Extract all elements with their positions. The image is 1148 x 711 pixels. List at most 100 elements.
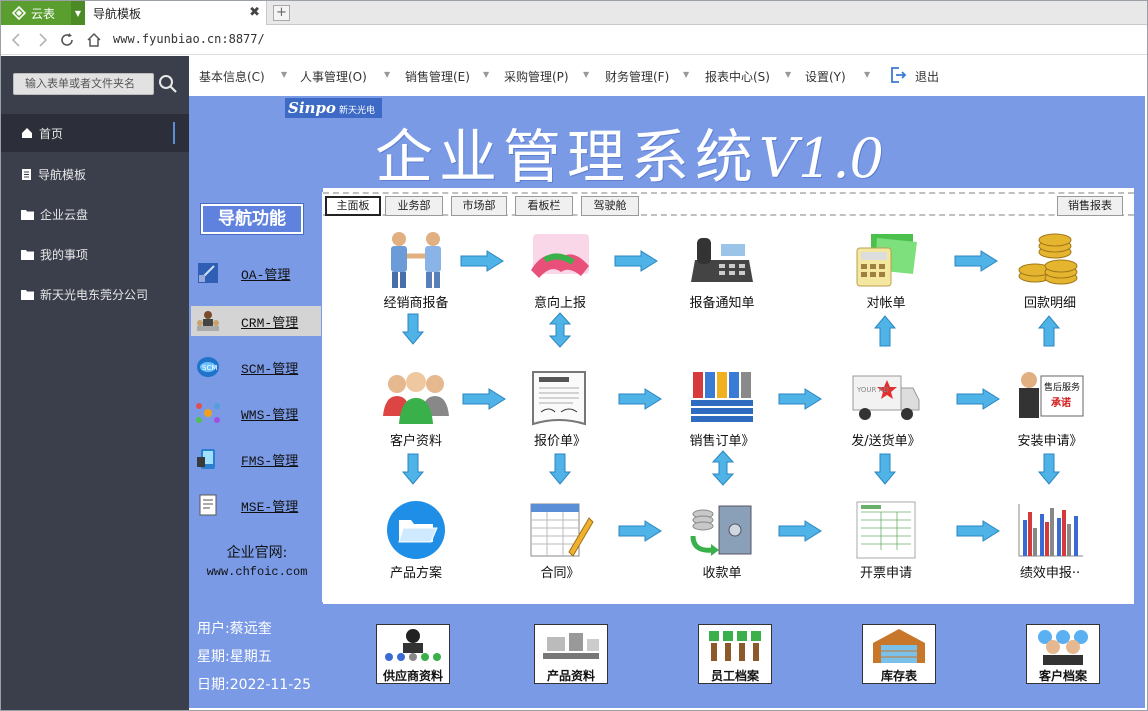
company-logo: Sinpo 新天光电 — [285, 98, 382, 118]
sidebar-item-label: 导航模板 — [38, 167, 87, 182]
menu-hr[interactable]: 人事管理(O) — [300, 68, 367, 85]
flow-node-delivery-order[interactable]: YOUR AD 发/送货单》 — [831, 368, 941, 449]
title-text: 企业管理系统 — [375, 123, 760, 191]
flow-node-label: 安装申请》 — [1017, 434, 1083, 449]
tile-product-info[interactable]: 产品资料 — [534, 624, 608, 684]
flow-node-payment-detail[interactable]: 回款明细 — [995, 230, 1105, 311]
document-icon — [22, 168, 31, 180]
tile-inventory[interactable]: 库存表 — [862, 624, 936, 684]
flow-node-label: 对帐单 — [866, 296, 906, 311]
nav-item-mse[interactable]: MSE-管理 — [191, 490, 321, 520]
nav-item-label[interactable]: OA-管理 — [241, 264, 290, 283]
menu-basic-info[interactable]: 基本信息(C) — [199, 68, 265, 85]
tile-customer-archive[interactable]: 客户档案 — [1026, 624, 1100, 684]
menu-settings[interactable]: 设置(Y) — [805, 68, 846, 85]
sidebar-item-branch-company[interactable]: 新天光电东莞分公司 — [1, 275, 189, 313]
flow-node-quotation[interactable]: 报价单》 — [505, 368, 615, 449]
nav-item-label[interactable]: CRM-管理 — [241, 312, 298, 331]
back-icon[interactable] — [7, 30, 25, 50]
flow-node-install-request[interactable]: 售后服务 承诺 安装申请》 — [995, 368, 1105, 449]
flow-node-customer-info[interactable]: 客户资料 — [361, 368, 471, 449]
brand-menu[interactable]: 云表 ▼ — [1, 1, 85, 25]
arrow-right-icon — [954, 250, 998, 272]
tab-cockpit[interactable]: 驾驶舱 — [581, 196, 639, 216]
flow-node-performance[interactable]: 绩效申报·· — [995, 500, 1105, 581]
menu-sales[interactable]: 销售管理(E) — [405, 68, 470, 85]
sidebar-item-nav-template[interactable]: 导航模板 — [1, 155, 189, 193]
nav-item-label[interactable]: MSE-管理 — [241, 496, 298, 515]
flow-node-dealer-report[interactable]: 经销商报备 — [361, 230, 471, 311]
menu-bar: 基本信息(C) ▼ 人事管理(O) ▼ 销售管理(E) ▼ 采购管理(P) ▼ … — [189, 56, 1147, 96]
close-tab-icon[interactable]: ✖ — [249, 5, 260, 20]
home-icon[interactable] — [85, 30, 103, 50]
folder-icon — [21, 209, 34, 220]
spreadsheet-pencil-icon — [530, 503, 594, 557]
nav-item-label[interactable]: WMS-管理 — [241, 404, 298, 423]
address-bar: www.fyunbiao.cn:8877/ — [1, 25, 1147, 55]
tab-market[interactable]: 市场部 — [451, 196, 507, 216]
tile-supplier-info[interactable]: 供应商资料 — [376, 624, 450, 684]
nav-item-label[interactable]: FMS-管理 — [241, 450, 298, 469]
nav-item-label[interactable]: SCM-管理 — [241, 358, 298, 377]
logout-icon[interactable] — [889, 66, 907, 87]
tile-employee-archive[interactable]: 员工档案 — [698, 624, 772, 684]
nav-item-scm[interactable]: SCM SCM-管理 — [191, 352, 321, 382]
sidebar-item-my-tasks[interactable]: 我的事项 — [1, 235, 189, 273]
brand-dropdown-icon[interactable]: ▼ — [71, 1, 85, 25]
archive-bar: 供应商资料 产品资料 员工档案 库存表 客户档案 — [326, 608, 1142, 704]
tile-label: 供应商资料 — [382, 669, 443, 683]
sidebar-item-label: 首页 — [39, 126, 64, 141]
flow-node-intent-report[interactable]: 意向上报 — [505, 230, 615, 311]
safe-coins-icon — [690, 505, 752, 556]
flow-node-product-plan[interactable]: 产品方案 — [361, 500, 471, 581]
arrow-right-icon — [462, 388, 506, 410]
flow-node-invoice-request[interactable]: 开票申请 — [831, 500, 941, 581]
sidebar-search-input[interactable]: 输入表单或者文件夹名 — [13, 73, 154, 95]
blue-folder-icon — [387, 501, 445, 559]
menu-reports[interactable]: 报表中心(S) — [705, 68, 770, 85]
tile-label: 库存表 — [880, 669, 917, 683]
logout-button[interactable]: 退出 — [915, 68, 939, 85]
flow-node-label: 报价单》 — [533, 434, 586, 449]
sidebar-item-cloud-disk[interactable]: 企业云盘 — [1, 195, 189, 233]
delivery-truck-icon: YOUR AD — [852, 375, 920, 420]
arrow-right-icon — [778, 520, 822, 542]
website-url[interactable]: www.chfoic.com — [191, 565, 323, 579]
browser-tab[interactable]: 导航模板 ✖ — [85, 1, 267, 25]
flow-node-statement[interactable]: 对帐单 — [831, 230, 941, 311]
flow-node-sales-order[interactable]: 销售订单》 — [667, 368, 777, 449]
nav-item-fms[interactable]: FMS-管理 — [191, 444, 321, 474]
tab-sales-report[interactable]: 销售报表 — [1057, 196, 1123, 216]
flow-node-contract[interactable]: 合同》 — [505, 500, 615, 581]
flow-node-receipt[interactable]: 收款单 — [667, 500, 777, 581]
home-icon — [22, 128, 32, 138]
search-icon[interactable] — [158, 74, 178, 94]
arrow-up-icon — [873, 315, 897, 347]
flow-node-label: 产品方案 — [389, 566, 442, 581]
menu-purchase[interactable]: 采购管理(P) — [504, 68, 569, 85]
tab-main-panel[interactable]: 主面板 — [325, 196, 381, 216]
company-website: 企业官网: www.chfoic.com — [191, 542, 323, 579]
flow-node-label: 合同》 — [540, 566, 580, 581]
flow-node-label: 发/送货单》 — [851, 434, 921, 449]
new-tab-button[interactable]: + — [273, 5, 290, 21]
flow-node-report-notice[interactable]: 报备通知单 — [667, 230, 777, 311]
tile-label: 产品资料 — [546, 669, 595, 683]
reload-icon[interactable] — [58, 30, 76, 50]
chevron-down-icon: ▼ — [683, 70, 690, 79]
nav-item-crm[interactable]: CRM-管理 — [191, 306, 321, 336]
forward-icon[interactable] — [34, 30, 52, 50]
invoice-form-icon — [856, 501, 916, 559]
flow-panel: 主面板 业务部 市场部 看板栏 驾驶舱 销售报表 经销商报备 意向上报 报备通知… — [323, 188, 1134, 604]
tab-business[interactable]: 业务部 — [385, 196, 443, 216]
arrow-right-icon — [956, 520, 1000, 542]
wms-network-icon — [196, 403, 220, 423]
url-input[interactable]: www.fyunbiao.cn:8877/ — [113, 32, 265, 46]
sidebar-item-home[interactable]: 首页 — [1, 114, 189, 152]
arrow-down-icon — [401, 313, 425, 345]
nav-item-oa[interactable]: OA-管理 — [191, 258, 321, 288]
menu-finance[interactable]: 财务管理(F) — [605, 68, 669, 85]
tab-kanban[interactable]: 看板栏 — [515, 196, 573, 216]
nav-item-wms[interactable]: WMS-管理 — [191, 398, 321, 428]
gold-coins-icon — [1018, 233, 1078, 285]
